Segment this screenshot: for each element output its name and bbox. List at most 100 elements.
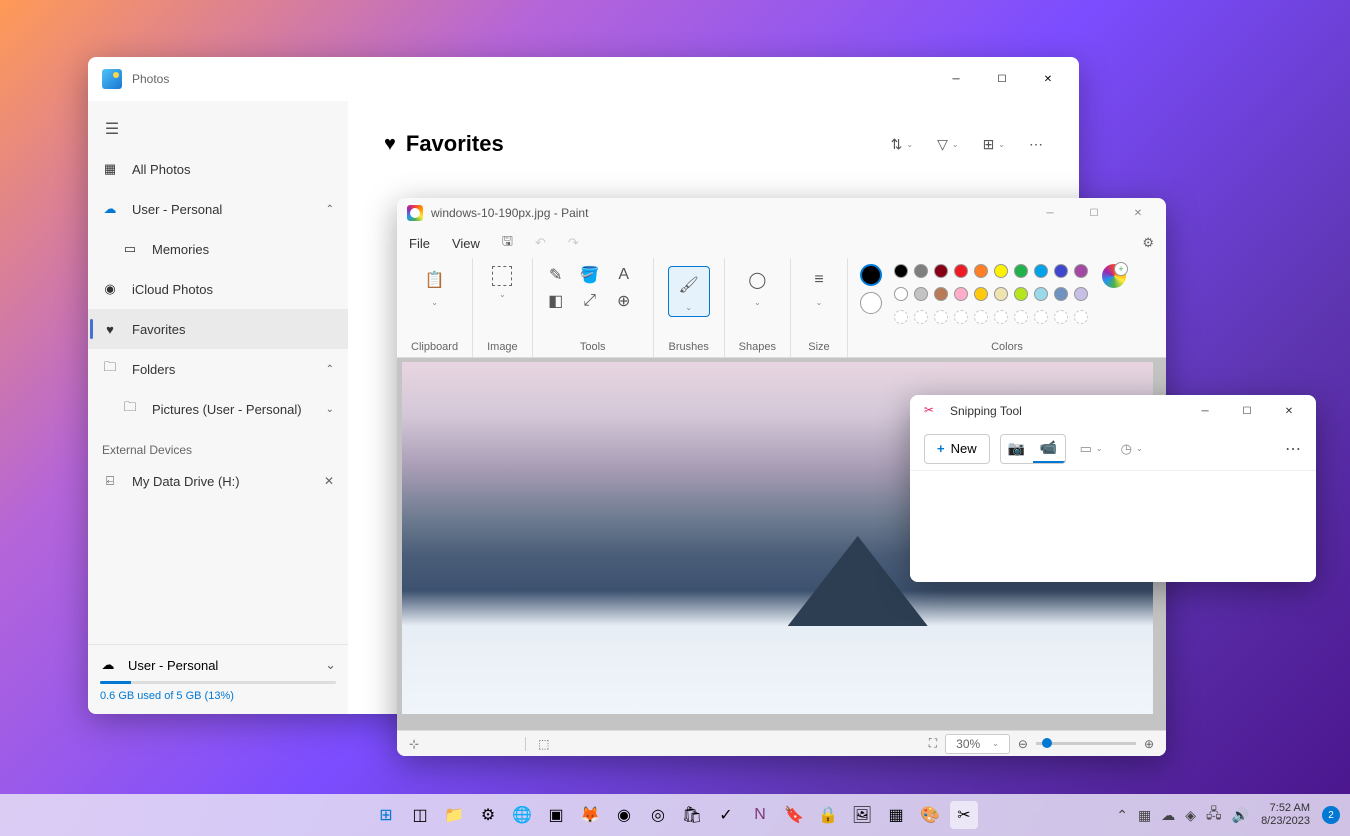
color-swatch[interactable]: [1054, 264, 1068, 278]
color-swatch[interactable]: [1034, 310, 1048, 324]
more-button[interactable]: ⋯: [1029, 136, 1043, 153]
zoom-dropdown[interactable]: 30% ⌄: [945, 734, 1010, 754]
select-icon[interactable]: [492, 266, 512, 286]
color-swatch[interactable]: [934, 287, 948, 301]
sidebar-item-user-personal[interactable]: ☁ User - Personal ⌃: [88, 189, 348, 229]
pencil-icon[interactable]: ✎: [547, 266, 565, 284]
sidebar-item-icloud[interactable]: ◉ iCloud Photos: [88, 269, 348, 309]
minimize-button[interactable]: ─: [933, 63, 979, 95]
edge-icon[interactable]: 🌐: [508, 801, 536, 829]
explorer-icon[interactable]: 📁: [440, 801, 468, 829]
chevron-down-icon[interactable]: ⌄: [754, 298, 761, 307]
color-2-swatch[interactable]: [860, 292, 882, 314]
menu-file[interactable]: File: [409, 236, 430, 251]
settings-button[interactable]: ⚙: [1142, 235, 1154, 251]
snip-more-button[interactable]: ⋯: [1285, 439, 1302, 459]
store-icon[interactable]: 🛍: [678, 801, 706, 829]
terminal-icon[interactable]: ▣: [542, 801, 570, 829]
chevron-down-icon[interactable]: ⌄: [685, 303, 692, 312]
todo-icon[interactable]: ✓: [712, 801, 740, 829]
close-button[interactable]: ✕: [1025, 63, 1071, 95]
color-swatch[interactable]: [1034, 287, 1048, 301]
color-swatch[interactable]: [1074, 310, 1088, 324]
redo-button[interactable]: ↷: [568, 235, 579, 251]
magnifier-icon[interactable]: ⊕: [615, 292, 633, 310]
color-swatch[interactable]: [914, 264, 928, 278]
close-button[interactable]: ✕: [1116, 199, 1160, 227]
hamburger-button[interactable]: ☰: [100, 117, 124, 141]
zoom-out-button[interactable]: ⊖: [1018, 737, 1028, 751]
color-swatch[interactable]: [1074, 264, 1088, 278]
sidebar-item-pictures-folder[interactable]: 🗀 Pictures (User - Personal) ⌄: [88, 389, 348, 429]
undo-button[interactable]: ↶: [535, 235, 546, 251]
minimize-button[interactable]: ─: [1184, 397, 1226, 425]
eject-icon[interactable]: ✕: [324, 474, 334, 488]
chevron-down-icon[interactable]: ⌄: [326, 404, 334, 415]
maximize-button[interactable]: ☐: [1226, 397, 1268, 425]
chevron-up-icon[interactable]: ⌃: [326, 364, 334, 375]
settings-icon[interactable]: ⚙: [474, 801, 502, 829]
color-swatch[interactable]: [894, 310, 908, 324]
photos-taskbar-icon[interactable]: 🖼: [848, 801, 876, 829]
color-swatch[interactable]: [1054, 310, 1068, 324]
onedrive-tray-icon[interactable]: ☁: [1161, 807, 1175, 824]
color-swatch[interactable]: [914, 310, 928, 324]
color-swatch[interactable]: [1034, 264, 1048, 278]
sidebar-item-all-photos[interactable]: ▦ All Photos: [88, 149, 348, 189]
filter-button[interactable]: ▽⌄: [937, 136, 958, 153]
color-swatch[interactable]: [1014, 287, 1028, 301]
color-swatch[interactable]: [1054, 287, 1068, 301]
paste-icon[interactable]: 📋: [421, 266, 449, 294]
sidebar-item-memories[interactable]: ▭ Memories: [88, 229, 348, 269]
network-icon[interactable]: 🖧: [1206, 803, 1222, 827]
storage-panel[interactable]: ☁ User - Personal ⌄ 0.6 GB used of 5 GB …: [88, 644, 348, 714]
color-swatch[interactable]: [1074, 287, 1088, 301]
chevron-down-icon[interactable]: ⌄: [816, 298, 823, 307]
app-icon[interactable]: 🔖: [780, 801, 808, 829]
tray-chevron-icon[interactable]: ⌃: [1116, 807, 1128, 824]
text-icon[interactable]: A: [615, 266, 633, 284]
chevron-up-icon[interactable]: ⌃: [326, 204, 334, 215]
chevron-down-icon[interactable]: ⌄: [499, 290, 506, 299]
snip-delay-button[interactable]: ◷⌄: [1117, 441, 1147, 457]
brush-icon[interactable]: 🖌: [675, 271, 703, 299]
fill-icon[interactable]: 🪣: [581, 266, 599, 284]
menu-view[interactable]: View: [452, 236, 480, 251]
color-swatch[interactable]: [914, 287, 928, 301]
color-swatch[interactable]: [954, 287, 968, 301]
app-icon[interactable]: ▦: [882, 801, 910, 829]
color-swatch[interactable]: [994, 287, 1008, 301]
size-icon[interactable]: ≡: [805, 266, 833, 294]
color-swatch[interactable]: [994, 264, 1008, 278]
color-swatch[interactable]: [954, 310, 968, 324]
color-swatch[interactable]: [974, 264, 988, 278]
app-icon[interactable]: ◎: [644, 801, 672, 829]
maximize-button[interactable]: ☐: [1072, 199, 1116, 227]
color-1-swatch[interactable]: [860, 264, 882, 286]
onenote-icon[interactable]: N: [746, 801, 774, 829]
task-view-button[interactable]: ◫: [406, 801, 434, 829]
color-swatch[interactable]: [954, 264, 968, 278]
new-snip-button[interactable]: + New: [924, 434, 990, 464]
color-swatch[interactable]: [974, 310, 988, 324]
color-swatch[interactable]: [994, 310, 1008, 324]
zoom-slider[interactable]: [1036, 742, 1136, 745]
volume-icon[interactable]: 🔊: [1232, 807, 1249, 824]
tray-app-icon[interactable]: ◈: [1185, 807, 1196, 824]
save-button[interactable]: 🖫: [502, 232, 513, 254]
chrome-icon[interactable]: ◉: [610, 801, 638, 829]
color-swatch[interactable]: [934, 264, 948, 278]
close-button[interactable]: ✕: [1268, 397, 1310, 425]
color-swatch[interactable]: [1014, 264, 1028, 278]
eyedropper-icon[interactable]: ⤢: [581, 292, 599, 310]
maximize-button[interactable]: ☐: [979, 63, 1025, 95]
sort-button[interactable]: ⇅⌄: [891, 136, 913, 153]
firefox-icon[interactable]: 🦊: [576, 801, 604, 829]
color-swatch[interactable]: [894, 287, 908, 301]
fit-icon[interactable]: ⛶: [929, 736, 937, 751]
chevron-down-icon[interactable]: ⌄: [431, 298, 438, 307]
photo-mode-button[interactable]: 📷: [1001, 435, 1033, 463]
color-swatch[interactable]: [1014, 310, 1028, 324]
shapes-icon[interactable]: ◯: [743, 266, 771, 294]
clock[interactable]: 7:52 AM 8/23/2023: [1261, 802, 1310, 828]
